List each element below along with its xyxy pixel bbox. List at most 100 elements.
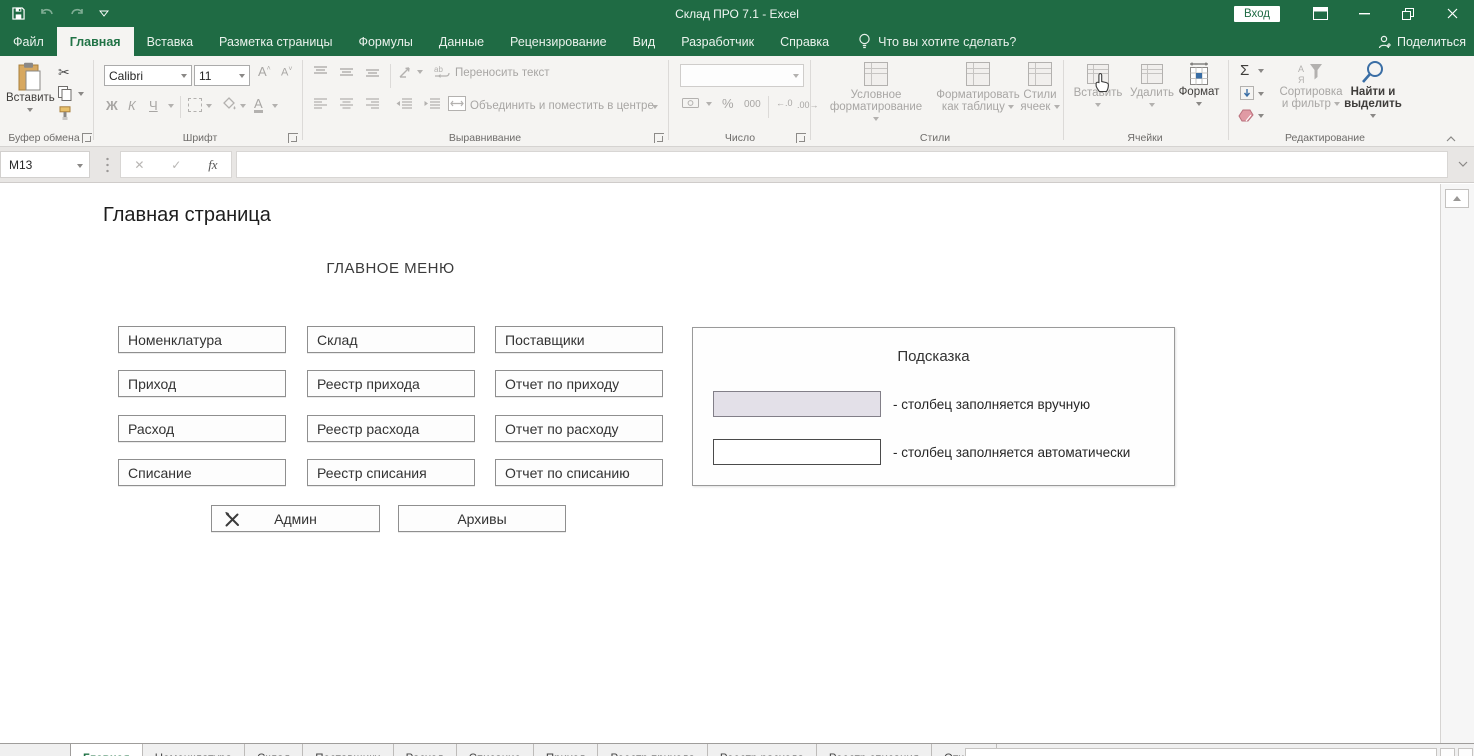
sheet-tab-1[interactable]: Номенклатура <box>143 744 245 756</box>
bold-button[interactable]: Ж <box>106 98 118 113</box>
menu-button-1-0[interactable]: Приход <box>118 370 286 397</box>
align-center-icon[interactable] <box>340 98 353 110</box>
align-right-icon[interactable] <box>366 98 379 110</box>
horizontal-scrollbar[interactable] <box>965 748 1437 756</box>
clear-caret[interactable] <box>1258 114 1264 118</box>
menu-button-2-2[interactable]: Отчет по расходу <box>495 415 663 442</box>
ribbon-tab-1[interactable]: Главная <box>57 27 134 56</box>
ribbon-tab-9[interactable]: Справка <box>767 27 842 56</box>
font-color-icon[interactable]: А <box>254 97 263 113</box>
sheet-tab-6[interactable]: Приход <box>534 744 599 756</box>
align-top-icon[interactable] <box>314 66 327 78</box>
align-left-icon[interactable] <box>314 98 327 110</box>
comma-style-button[interactable]: 000 <box>744 99 761 110</box>
restore-button[interactable] <box>1386 0 1430 27</box>
percent-style-button[interactable]: % <box>722 96 734 111</box>
menu-button-2-0[interactable]: Расход <box>118 415 286 442</box>
ribbon-tab-4[interactable]: Формулы <box>345 27 425 56</box>
insert-function-icon[interactable]: fx <box>208 157 217 173</box>
sheet-tab-8[interactable]: Реестр расхода <box>708 744 817 756</box>
menu-button-0-0[interactable]: Номенклатура <box>118 326 286 353</box>
scroll-right-button[interactable] <box>1458 748 1473 756</box>
clipboard-dialog-launcher[interactable] <box>82 133 92 143</box>
sheet-tab-3[interactable]: Поставщики <box>303 744 393 756</box>
ribbon-tab-2[interactable]: Вставка <box>134 27 206 56</box>
borders-caret[interactable] <box>206 104 212 108</box>
increase-indent-icon[interactable] <box>424 98 440 110</box>
expand-formula-bar-icon[interactable] <box>1458 161 1468 167</box>
name-box[interactable]: M13 <box>0 151 90 178</box>
namebox-resize-handle[interactable] <box>106 156 109 174</box>
sheet-tab-7[interactable]: Реестр прихода <box>598 744 707 756</box>
alignment-dialog-launcher[interactable] <box>654 133 664 143</box>
ribbon-tab-5[interactable]: Данные <box>426 27 497 56</box>
enter-formula-icon[interactable]: ✓ <box>171 158 181 172</box>
underline-button[interactable]: Ч <box>149 98 158 113</box>
copy-icon[interactable] <box>58 86 72 101</box>
sheet-tab-9[interactable]: Реестр списания <box>817 744 932 756</box>
sheet-tab-5[interactable]: Списание <box>457 744 534 756</box>
ribbon-display-options-icon[interactable] <box>1298 0 1342 27</box>
font-name-combo[interactable]: Calibri <box>104 65 192 86</box>
autosum-button[interactable]: Σ <box>1240 62 1249 79</box>
fill-caret[interactable] <box>1258 92 1264 96</box>
menu-button-2-1[interactable]: Реестр расхода <box>307 415 475 442</box>
save-icon[interactable] <box>12 7 25 20</box>
menu-button-3-1[interactable]: Реестр списания <box>307 459 475 486</box>
increase-decimal-button[interactable]: ←.0 <box>776 98 793 108</box>
orientation-icon[interactable] <box>398 64 414 80</box>
grow-font-button[interactable]: А˄ <box>258 64 271 79</box>
font-size-combo[interactable]: 11 <box>194 65 250 86</box>
align-middle-icon[interactable] <box>340 66 353 78</box>
orientation-caret[interactable] <box>417 70 423 74</box>
decrease-indent-icon[interactable] <box>396 98 412 110</box>
ribbon-tab-3[interactable]: Разметка страницы <box>206 27 345 56</box>
font-color-caret[interactable] <box>272 104 278 108</box>
copy-caret[interactable] <box>78 92 84 96</box>
paste-button[interactable]: Вставить <box>6 60 54 116</box>
ribbon-tab-8[interactable]: Разработчик <box>668 27 767 56</box>
fill-color-icon[interactable] <box>222 97 237 112</box>
minimize-button[interactable] <box>1342 0 1386 27</box>
wrap-text-label[interactable]: Переносить текст <box>455 67 550 79</box>
sheet-tab-2[interactable]: Склад <box>245 744 303 756</box>
share-button[interactable]: Поделиться <box>1378 27 1466 56</box>
menu-button-3-2[interactable]: Отчет по списанию <box>495 459 663 486</box>
accounting-format-icon[interactable] <box>682 96 702 110</box>
merge-center-label[interactable]: Объединить и поместить в центре <box>470 100 654 112</box>
sheet-tab-4[interactable]: Расход <box>394 744 457 756</box>
sheet-tab-0[interactable]: Главная <box>70 744 143 756</box>
merge-center-icon[interactable] <box>448 96 466 111</box>
cancel-formula-icon[interactable]: ✕ <box>134 158 144 172</box>
tab-split-handle[interactable] <box>1440 748 1455 756</box>
delete-cells-button[interactable]: Удалить <box>1126 60 1178 111</box>
format-as-table-button[interactable]: Форматироватькак таблицу <box>928 60 1028 113</box>
sort-filter-button[interactable]: АЯ Сортировкаи фильтр <box>1272 60 1350 110</box>
cell-styles-button[interactable]: Стилиячеек <box>1018 60 1062 113</box>
italic-button[interactable]: К <box>128 98 136 113</box>
scroll-up-button[interactable] <box>1445 189 1469 208</box>
number-dialog-launcher[interactable] <box>796 133 806 143</box>
autosum-caret[interactable] <box>1258 69 1264 73</box>
formula-input[interactable] <box>236 151 1448 178</box>
ribbon-tab-0[interactable]: Файл <box>0 27 57 56</box>
accounting-caret[interactable] <box>706 102 712 106</box>
menu-button-3-0[interactable]: Списание <box>118 459 286 486</box>
fill-down-icon[interactable] <box>1240 86 1254 100</box>
tellme-label[interactable]: Что вы хотите сделать? <box>878 35 1016 49</box>
ribbon-tab-7[interactable]: Вид <box>620 27 669 56</box>
shrink-font-button[interactable]: А˅ <box>281 66 292 79</box>
format-cells-button[interactable]: Формат <box>1176 60 1222 110</box>
menu-button-1-2[interactable]: Отчет по приходу <box>495 370 663 397</box>
conditional-formatting-button[interactable]: Условноеформатирование <box>828 60 924 125</box>
format-painter-icon[interactable] <box>58 106 72 121</box>
decrease-decimal-button[interactable]: .00→ <box>797 100 819 110</box>
signin-button[interactable]: Вход <box>1234 6 1280 22</box>
vertical-scrollbar[interactable] <box>1440 184 1474 743</box>
borders-icon[interactable] <box>188 98 202 112</box>
cut-icon[interactable]: ✂ <box>58 64 70 81</box>
archives-button[interactable]: Архивы <box>398 505 566 532</box>
collapse-ribbon-icon[interactable] <box>1446 136 1456 142</box>
qat-customize-icon[interactable] <box>99 10 109 17</box>
close-button[interactable] <box>1430 0 1474 27</box>
